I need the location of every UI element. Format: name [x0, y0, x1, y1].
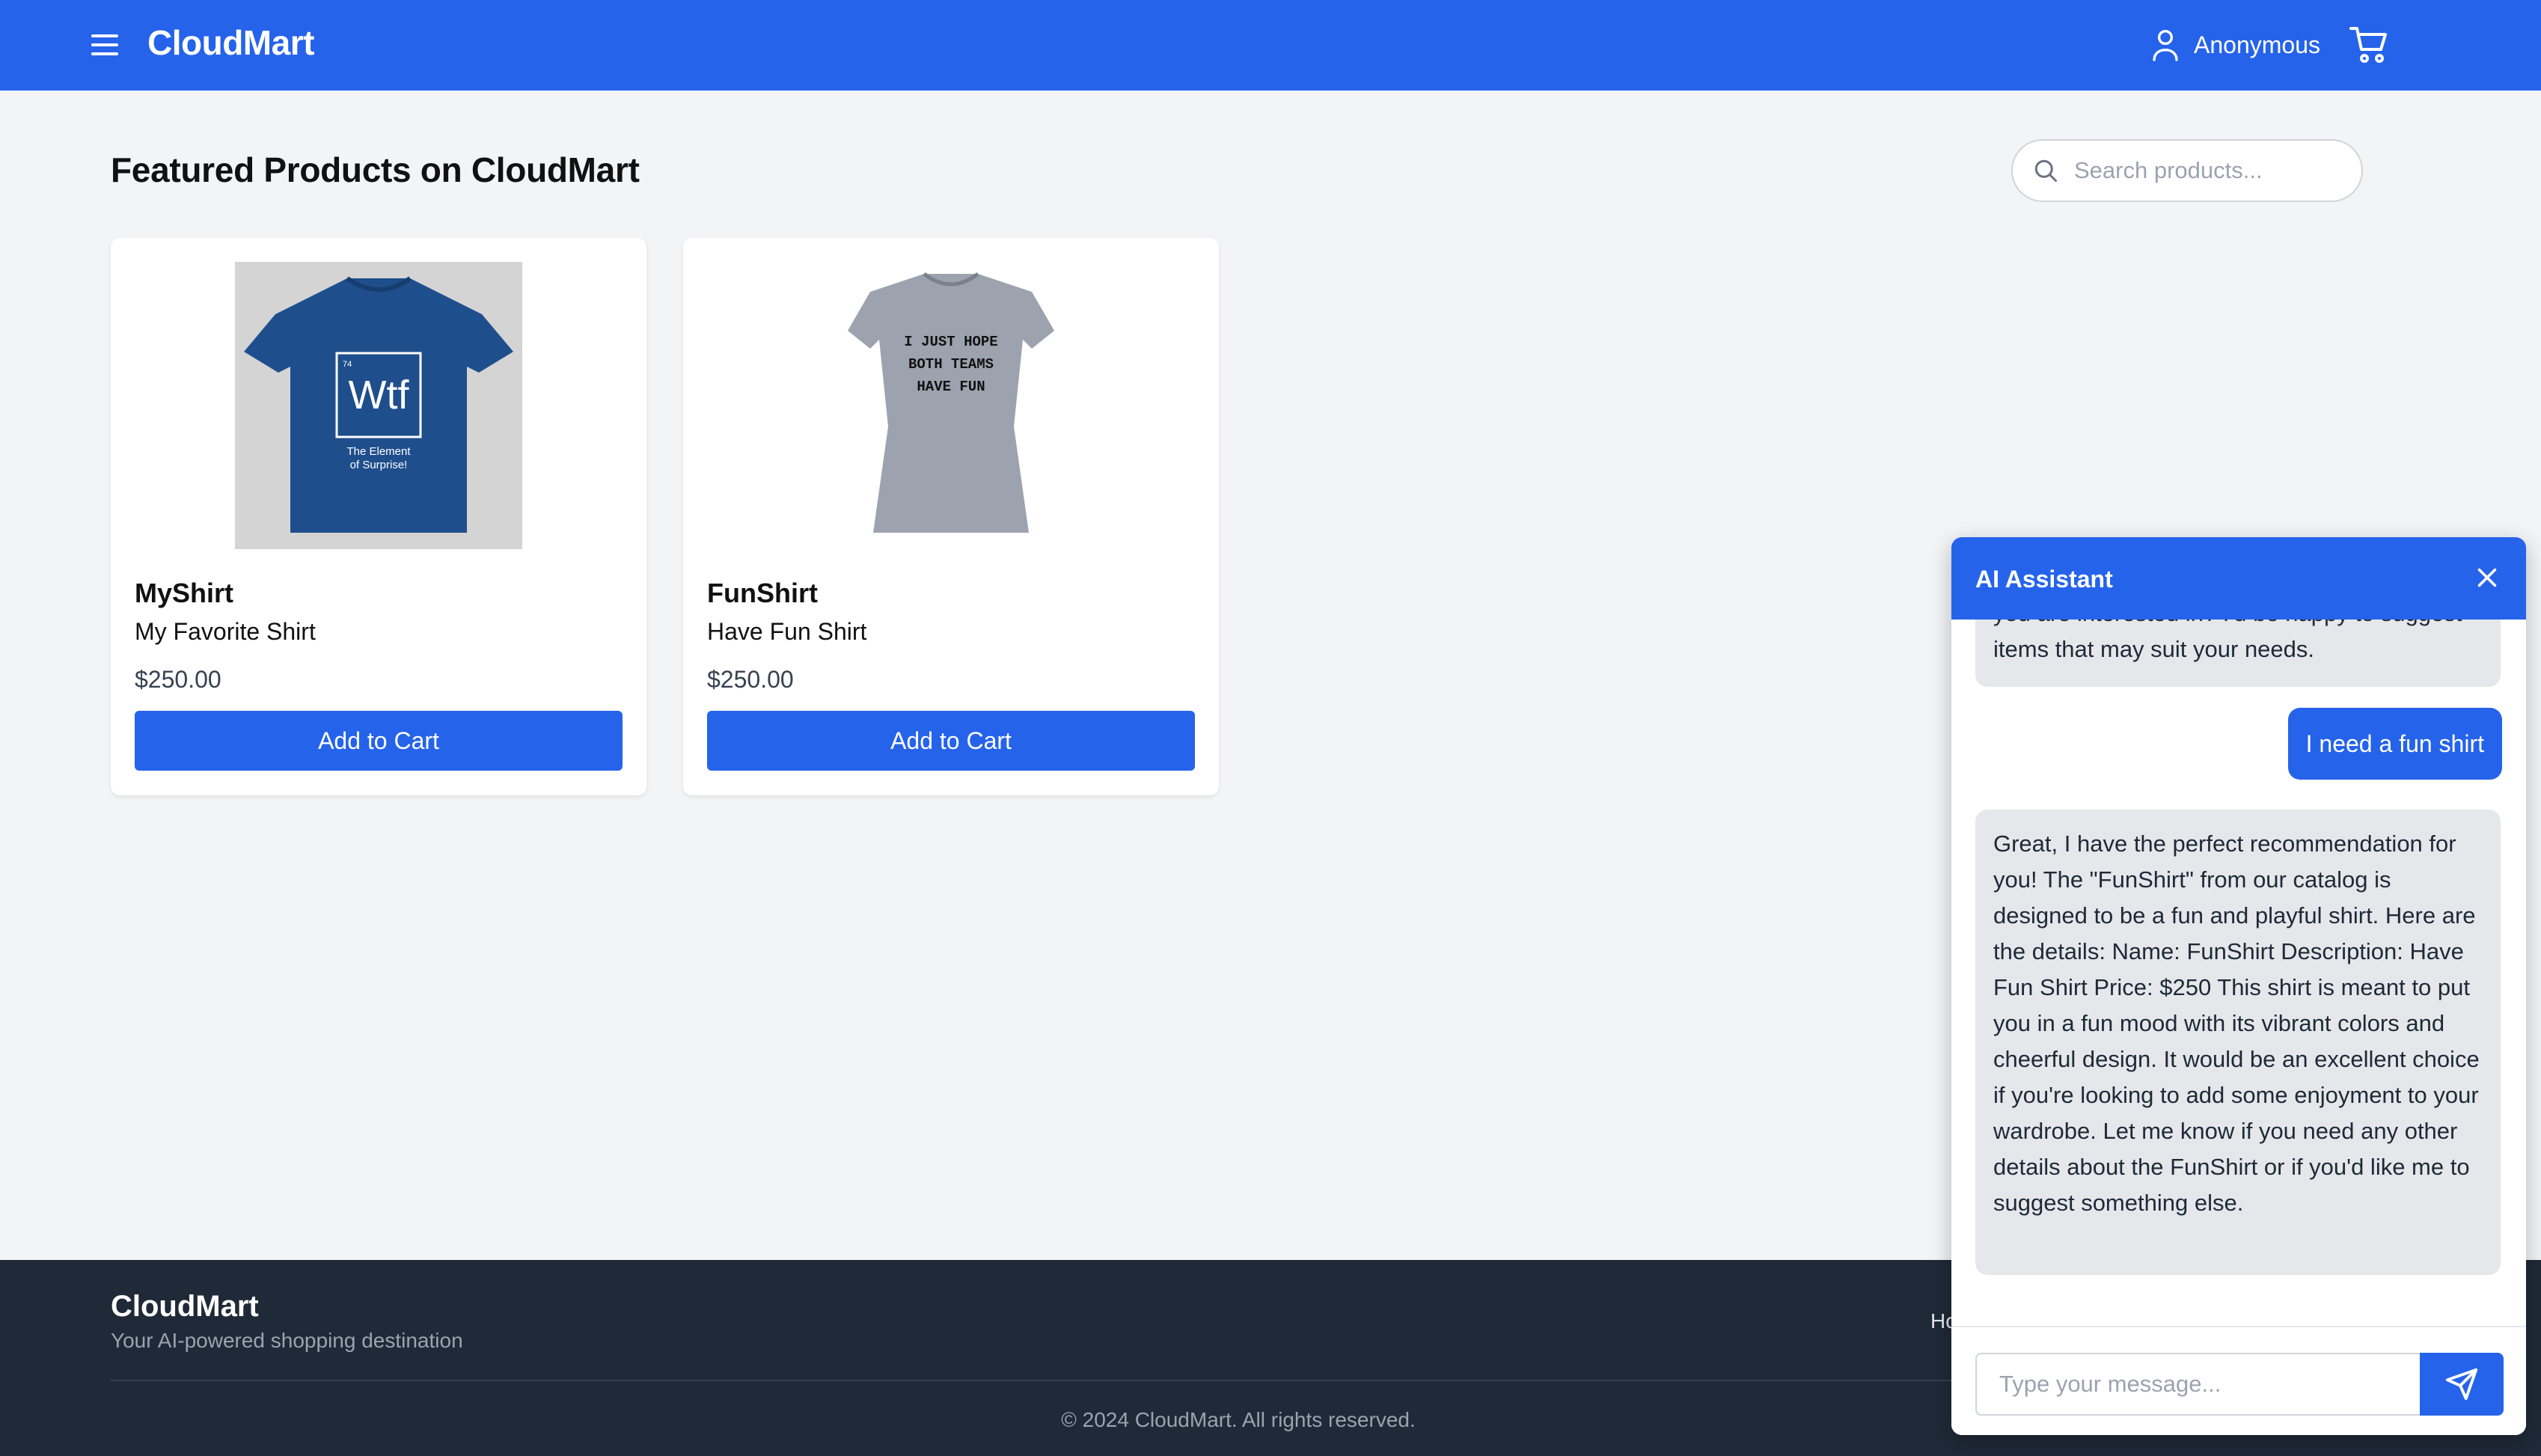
shirt-text-line-1: I JUST HOPE [904, 334, 997, 350]
shirt-text-line-2: BOTH TEAMS [908, 356, 994, 373]
menu-icon[interactable] [91, 30, 121, 60]
cart-icon[interactable] [2349, 25, 2388, 64]
search-input[interactable] [2074, 157, 2343, 184]
user-icon [2153, 30, 2178, 61]
shirt-caption-line-1: The Element [346, 445, 411, 458]
assistant-message-text: you are interested in? I'd be happy to s… [1993, 620, 2462, 662]
shirt-element-symbol: Wtf [349, 373, 410, 417]
shirt-element-number: 74 [343, 360, 352, 369]
close-icon[interactable] [2474, 564, 2501, 591]
product-image-myshirt: 74 Wtf The Element of Surprise! [235, 262, 522, 549]
product-price: $250.00 [135, 666, 221, 693]
product-name[interactable]: MyShirt [135, 578, 233, 609]
assistant-message: you are interested in? I'd be happy to s… [1975, 620, 2501, 687]
user-menu[interactable]: Anonymous [2150, 25, 2320, 64]
search-box[interactable] [2011, 139, 2363, 202]
add-to-cart-button[interactable]: Add to Cart [707, 711, 1195, 771]
product-description: My Favorite Shirt [135, 618, 316, 645]
footer-tagline: Your AI-powered shopping destination [111, 1329, 463, 1352]
add-to-cart-button[interactable]: Add to Cart [135, 711, 623, 771]
user-message: I need a fun shirt [2287, 708, 2502, 780]
footer-brand: CloudMart [111, 1290, 259, 1323]
chat-message-input[interactable] [1975, 1353, 2421, 1416]
product-card: 74 Wtf The Element of Surprise! MyShirt … [111, 238, 646, 795]
brand-logo[interactable]: CloudMart [147, 22, 314, 63]
chat-header: AI Assistant [1951, 537, 2526, 620]
assistant-message: Great, I have the perfect recommendation… [1975, 810, 2501, 1275]
ai-assistant-chat: you are interested in? I'd be happy to s… [1951, 537, 2526, 1435]
chat-input-bar [1951, 1326, 2526, 1435]
top-nav-bar: CloudMart Anonymous [0, 0, 2541, 91]
user-name: Anonymous [2194, 31, 2320, 58]
product-image-funshirt: I JUST HOPE BOTH TEAMS HAVE FUN [807, 262, 1095, 549]
page-title: Featured Products on CloudMart [111, 150, 640, 189]
product-name[interactable]: FunShirt [707, 578, 818, 609]
shirt-text-line-3: HAVE FUN [917, 379, 985, 395]
product-description: Have Fun Shirt [707, 618, 867, 645]
shirt-caption-line-2: of Surprise! [350, 459, 408, 471]
send-icon [2445, 1368, 2478, 1401]
send-button[interactable] [2420, 1353, 2504, 1416]
search-icon [2034, 159, 2057, 182]
chat-messages[interactable]: you are interested in? I'd be happy to s… [1951, 620, 2526, 1335]
product-price: $250.00 [707, 666, 794, 693]
chat-title: AI Assistant [1975, 566, 2113, 593]
product-card: I JUST HOPE BOTH TEAMS HAVE FUN FunShirt… [683, 238, 1219, 795]
